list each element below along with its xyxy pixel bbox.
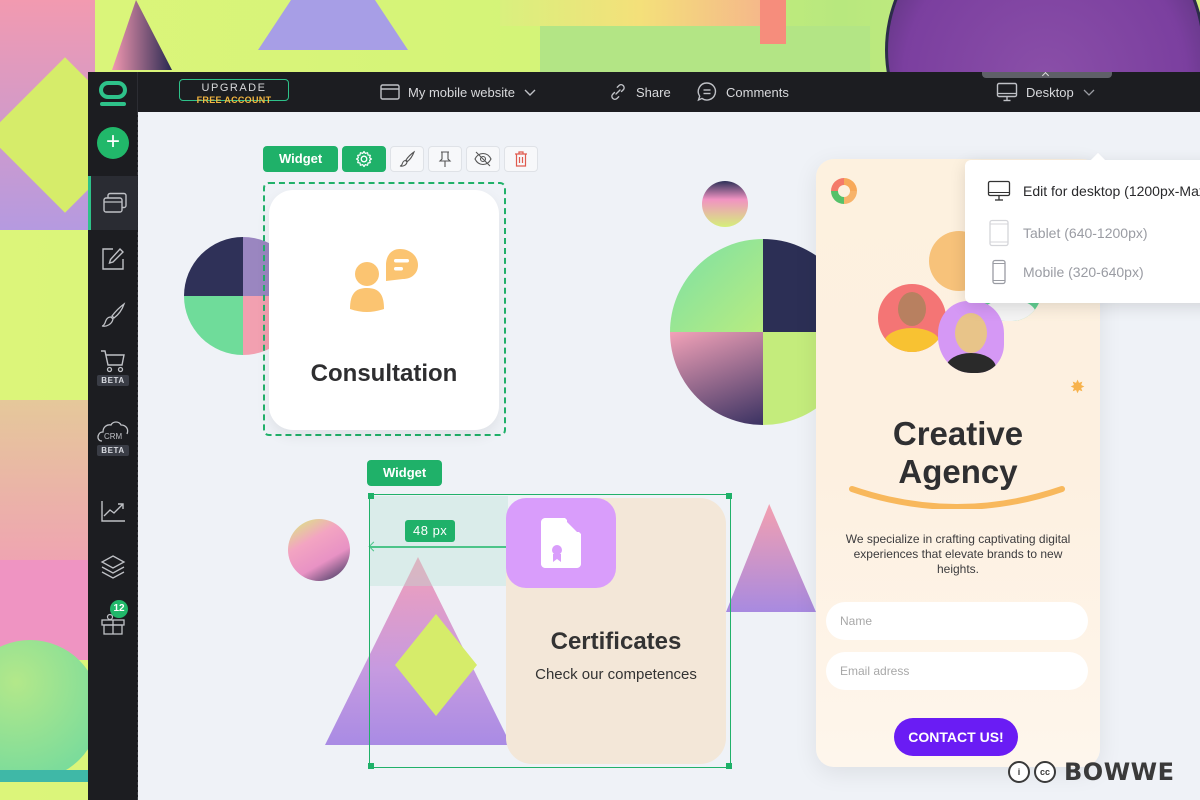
sidebar-item-design[interactable] xyxy=(88,288,138,342)
star-decoration-icon: ✸ xyxy=(1070,377,1086,397)
decorative-circle-image xyxy=(702,181,748,227)
tablet-icon xyxy=(989,219,1009,247)
share-button[interactable]: Share xyxy=(608,72,671,112)
plus-icon: + xyxy=(97,127,129,159)
share-label: Share xyxy=(636,84,671,100)
contact-us-button[interactable]: CONTACT US! xyxy=(894,718,1018,756)
svg-text:CRM: CRM xyxy=(104,432,123,441)
edit-icon xyxy=(102,247,124,270)
pin-icon xyxy=(438,151,452,167)
beta-badge: BETA xyxy=(97,374,129,386)
eye-off-icon xyxy=(474,151,492,167)
widget-selection-box xyxy=(369,494,731,768)
consultation-icon xyxy=(350,249,418,312)
chevron-down-icon xyxy=(1083,89,1095,96)
hero-title: Creative Agency xyxy=(816,415,1100,491)
device-label: Desktop xyxy=(1026,84,1074,100)
device-option-label: Tablet (640-1200px) xyxy=(1023,225,1148,241)
desktop-icon xyxy=(996,82,1018,102)
left-sidebar: + BETA CRM BETA 12 xyxy=(88,112,138,800)
bowwe-watermark: i cc BOWWE xyxy=(1008,758,1175,786)
decorative-triangle xyxy=(726,504,816,612)
editor-window: UPGRADE FREE ACCOUNT My mobile website S… xyxy=(88,72,1200,800)
brush-icon xyxy=(400,150,416,167)
cart-icon xyxy=(101,349,125,372)
resize-handle[interactable] xyxy=(368,763,374,769)
top-bar: UPGRADE FREE ACCOUNT My mobile website S… xyxy=(88,72,1200,112)
sidebar-item-pages[interactable] xyxy=(88,176,138,230)
widget-delete-button[interactable] xyxy=(504,146,539,172)
widget-label[interactable]: Widget xyxy=(263,146,339,172)
agency-logo xyxy=(831,178,857,204)
device-option-desktop[interactable]: Edit for desktop (1200px-Max) xyxy=(987,180,1200,202)
consultation-title: Consultation xyxy=(310,360,458,387)
sidebar-item-crm[interactable]: CRM BETA xyxy=(88,410,138,464)
site-selector[interactable]: My mobile website xyxy=(380,72,537,112)
upgrade-button[interactable]: UPGRADE FREE ACCOUNT xyxy=(179,79,289,105)
widget-settings-button[interactable] xyxy=(342,146,387,172)
decorative-circle-image xyxy=(288,519,350,581)
smile-underline-decoration xyxy=(849,486,1065,509)
pages-icon xyxy=(102,192,127,213)
device-option-tablet[interactable]: Tablet (640-1200px) xyxy=(987,219,1148,247)
team-avatar xyxy=(938,301,1004,373)
hero-title-line: Creative xyxy=(892,415,1024,452)
name-input[interactable] xyxy=(826,602,1088,640)
editor-canvas[interactable]: Widget Consultation Widget 48 px Certifi… xyxy=(139,112,1200,800)
resize-handle[interactable] xyxy=(726,763,732,769)
hero-description: We specialize in crafting captivating di… xyxy=(845,532,1071,576)
app-logo[interactable] xyxy=(88,72,138,112)
sidebar-item-add[interactable]: + xyxy=(88,116,138,170)
email-input[interactable] xyxy=(826,652,1088,690)
device-dropdown-menu: Edit for desktop (1200px-Max) Tablet (64… xyxy=(965,160,1200,303)
gear-icon xyxy=(356,150,373,168)
chevron-down-icon xyxy=(524,89,536,96)
sidebar-item-shop[interactable]: BETA xyxy=(88,340,138,394)
sidebar-item-layers[interactable] xyxy=(88,540,138,594)
sidebar-item-gifts[interactable]: 12 xyxy=(88,596,138,650)
attribution-license-icon: i xyxy=(1008,761,1030,783)
notification-count-badge: 12 xyxy=(110,600,128,618)
comments-label: Comments xyxy=(726,84,789,100)
creative-commons-icon: cc xyxy=(1034,761,1056,783)
widget-hide-button[interactable] xyxy=(466,146,501,172)
browser-window-icon xyxy=(380,84,400,100)
brush-icon xyxy=(101,302,126,327)
device-selector[interactable]: Desktop xyxy=(996,72,1096,112)
resize-handle[interactable] xyxy=(368,493,374,499)
device-option-label: Mobile (320-640px) xyxy=(1023,264,1144,280)
layers-icon xyxy=(100,555,126,579)
beta-badge: BETA xyxy=(97,444,129,456)
link-icon xyxy=(611,84,625,100)
widget-style-button[interactable] xyxy=(390,146,425,172)
desktop-icon xyxy=(987,180,1011,201)
comment-bubble-icon xyxy=(697,82,717,102)
device-option-mobile[interactable]: Mobile (320-640px) xyxy=(987,259,1144,285)
crm-cloud-icon: CRM xyxy=(97,420,129,442)
upgrade-label: UPGRADE xyxy=(201,82,267,94)
sidebar-item-analytics[interactable] xyxy=(88,484,138,538)
site-name: My mobile website xyxy=(408,84,515,100)
free-account-label: FREE ACCOUNT xyxy=(196,95,272,105)
bowwe-logo-text: BOWWE xyxy=(1064,758,1175,786)
comments-button[interactable]: Comments xyxy=(696,72,789,112)
widget-toolbar: Widget xyxy=(263,146,539,172)
trash-icon xyxy=(515,151,528,167)
chart-icon xyxy=(101,501,125,522)
team-avatar xyxy=(878,284,946,352)
mobile-icon xyxy=(992,259,1006,285)
widget-pin-button[interactable] xyxy=(428,146,463,172)
sidebar-item-edit[interactable] xyxy=(88,232,138,286)
widget-label[interactable]: Widget xyxy=(367,460,443,486)
resize-handle[interactable] xyxy=(726,493,732,499)
device-option-label: Edit for desktop (1200px-Max) xyxy=(1023,183,1200,199)
consultation-card[interactable]: Consultation xyxy=(269,190,499,430)
